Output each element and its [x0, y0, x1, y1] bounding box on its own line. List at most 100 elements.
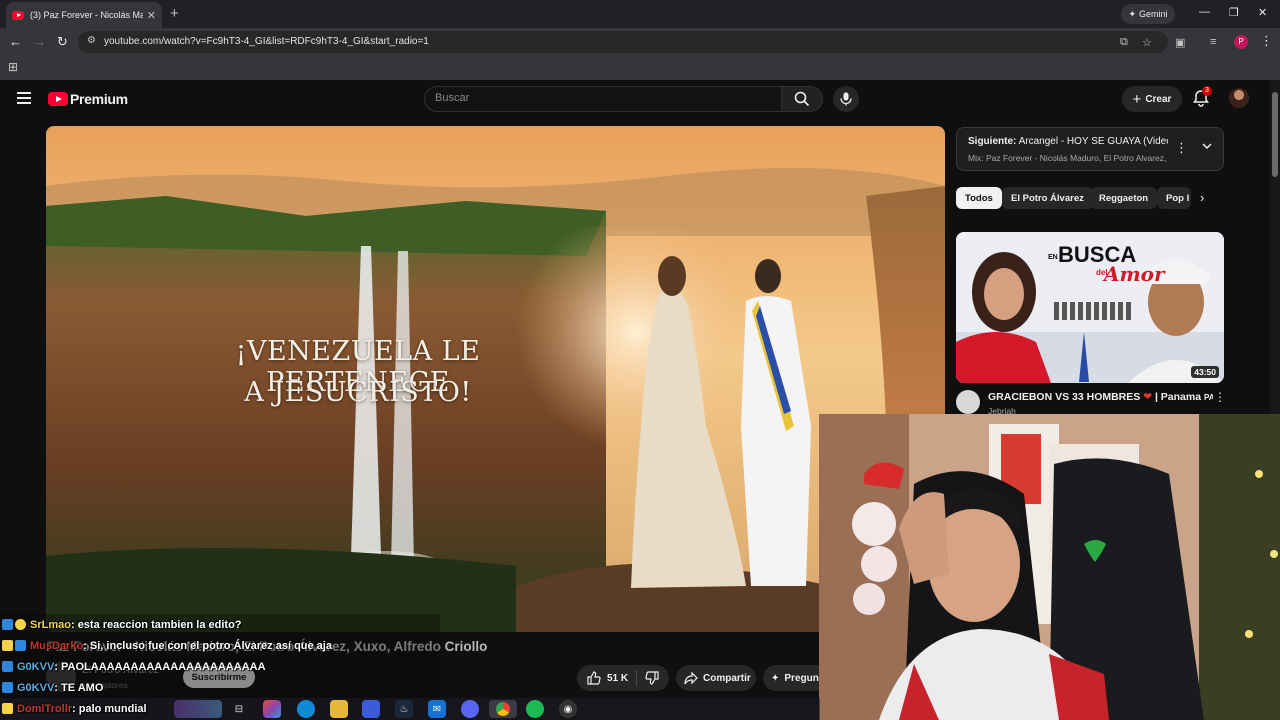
address-bar[interactable]: ⚙ youtube.com/watch?v=Fc9hT3-4_GI&list=R…: [78, 31, 1168, 53]
spotify-icon[interactable]: [526, 700, 544, 718]
site-info-icon[interactable]: ⚙: [87, 35, 96, 46]
tab-search-icon[interactable]: ▣: [1175, 36, 1185, 49]
file-explorer-icon[interactable]: [330, 700, 348, 718]
chat-username: G0KVV: [17, 660, 55, 673]
gemini-label: Gemini: [1139, 9, 1168, 19]
youtube-favicon-icon: [12, 10, 24, 20]
thumb-text-amor: Amor: [1104, 262, 1165, 286]
recommended-title-text: GRACIEBON VS 33 HOMBRES: [988, 391, 1141, 403]
youtube-premium-logo[interactable]: Premium: [48, 91, 128, 107]
new-tab-button[interactable]: +: [170, 5, 179, 22]
browser-menu-icon[interactable]: ⋮: [1260, 33, 1273, 49]
recommended-video-thumbnail[interactable]: EN BUSCA del Amor 43:50: [956, 232, 1224, 383]
close-window-icon[interactable]: ✕: [1258, 6, 1267, 19]
edge-browser-icon[interactable]: [297, 700, 315, 718]
microphone-icon: [840, 92, 852, 106]
media-control-icon[interactable]: ≡: [1210, 36, 1216, 48]
menu-hamburger-icon[interactable]: [17, 92, 31, 104]
taskbar-widget-icon[interactable]: [174, 700, 222, 718]
discord-icon[interactable]: [461, 700, 479, 718]
chat-badge-icon: [2, 619, 13, 630]
chip-el-potro-alvarez[interactable]: El Potro Álvarez: [1002, 187, 1093, 209]
tab-close-icon[interactable]: ✕: [147, 9, 156, 22]
back-icon[interactable]: ←: [9, 34, 22, 49]
copilot-icon[interactable]: [263, 700, 281, 718]
chat-badge-icon: [2, 640, 13, 651]
logo-text: Premium: [70, 91, 128, 107]
create-button[interactable]: + Crear: [1122, 86, 1182, 112]
chat-username: SrLmao: [30, 618, 71, 631]
plus-icon: +: [1132, 90, 1142, 108]
apps-grid-icon[interactable]: ⊞: [8, 60, 18, 74]
chat-username: DomiTrollr: [17, 702, 73, 715]
chat-message: G0KVV : TE AMO: [2, 680, 103, 695]
browser-tab[interactable]: (3) Paz Forever - Nicolás Maduro ✕: [6, 2, 162, 28]
like-count: 51 K: [607, 672, 629, 684]
install-app-icon[interactable]: ⧉: [1120, 36, 1128, 49]
chat-text: : PAOLAAAAAAAAAAAAAAAAAAAAAA: [54, 660, 266, 673]
like-dislike-group: 51 K: [577, 665, 669, 691]
ask-label: Pregunt: [784, 672, 823, 684]
minimize-icon[interactable]: —: [1199, 6, 1210, 18]
up-next-title: Arcangel - HOY SE GUAYA (Video ...: [1018, 136, 1168, 147]
chip-pop[interactable]: Pop l: [1157, 187, 1191, 209]
account-avatar[interactable]: [1229, 88, 1249, 108]
search-icon: [794, 91, 810, 107]
sparkle-ask-icon: ✦: [771, 672, 780, 684]
video-player[interactable]: ¡VENEZUELA LE PERTENECE A JESUCRISTO!: [46, 126, 945, 632]
gemini-button[interactable]: ✦ Gemini: [1121, 4, 1175, 24]
video-duration: 43:50: [1191, 366, 1219, 378]
chip-reggaeton[interactable]: Reggaeton: [1090, 187, 1158, 209]
chip-todos[interactable]: Todos: [956, 187, 1002, 209]
youtube-header: Premium + Crear 3: [0, 80, 1270, 118]
up-next-panel[interactable]: Siguiente: Arcangel - HOY SE GUAYA (Vide…: [956, 127, 1224, 171]
recommended-channel-avatar[interactable]: [956, 390, 980, 414]
like-button[interactable]: 51 K: [587, 671, 628, 685]
scrollbar-thumb[interactable]: [1272, 92, 1278, 177]
heart-icon: ❤: [1143, 391, 1153, 403]
notifications-button[interactable]: 3: [1192, 86, 1212, 109]
profile-avatar[interactable]: P: [1234, 35, 1248, 49]
up-next-line: Siguiente: Arcangel - HOY SE GUAYA (Vide…: [968, 136, 1168, 147]
streamer-webcam: [819, 414, 1280, 720]
steam-icon[interactable]: ♨: [395, 700, 413, 718]
chrome-taskbar-button[interactable]: [489, 700, 517, 718]
webcam-image: [819, 414, 1280, 720]
forward-icon[interactable]: →: [33, 34, 46, 49]
mix-title: Mix: Paz Forever - Nicolás Maduro, El Po…: [968, 153, 1168, 163]
thumbs-up-icon: [587, 671, 601, 685]
search-input[interactable]: [435, 92, 765, 104]
chat-username: MusDarko: [30, 639, 84, 652]
browser-toolbar: ← → ↻ ⚙ youtube.com/watch?v=Fc9hT3-4_GI&…: [0, 28, 1280, 56]
thumbs-down-icon[interactable]: [645, 671, 659, 685]
mail-icon[interactable]: ✉: [428, 700, 446, 718]
restore-icon[interactable]: ❐: [1229, 6, 1239, 19]
video-caption-line2: A JESUCRISTO!: [244, 377, 472, 408]
browser-tab-bar: (3) Paz Forever - Nicolás Maduro ✕ + ✦ G…: [0, 0, 1280, 28]
tab-title: (3) Paz Forever - Nicolás Maduro: [30, 10, 143, 20]
reload-icon[interactable]: ↻: [57, 34, 68, 50]
chat-badge-icon: [2, 682, 13, 693]
sparkle-icon: ✦: [1128, 8, 1137, 19]
chevron-right-icon[interactable]: ›: [1200, 190, 1204, 205]
more-options-icon[interactable]: ⋮: [1175, 140, 1188, 156]
search-button[interactable]: [781, 86, 823, 112]
chat-message: SrLmao : esta reaccion tambien la edito?: [2, 617, 242, 632]
chat-text: : palo mundial: [72, 702, 147, 715]
chat-text: : TE AMO: [54, 681, 104, 694]
microsoft-store-icon[interactable]: [362, 700, 380, 718]
recommended-title-tail: | Panama: [1154, 391, 1202, 403]
chat-badge-icon: [2, 703, 13, 714]
search-box: [424, 86, 782, 112]
obs-icon[interactable]: ◉: [559, 700, 577, 718]
bookmark-star-icon[interactable]: ☆: [1142, 36, 1152, 49]
recommended-video-title[interactable]: GRACIEBON VS 33 HOMBRES ❤ | Panama PA: [988, 391, 1213, 403]
recommended-more-icon[interactable]: ⋮: [1214, 390, 1226, 404]
voice-search-button[interactable]: [833, 86, 859, 112]
youtube-play-icon: [48, 92, 68, 106]
chat-badge-icon: [15, 640, 26, 651]
share-button[interactable]: Compartir: [676, 665, 756, 691]
like-separator: [636, 670, 638, 686]
chevron-down-icon[interactable]: [1201, 140, 1213, 152]
task-view-icon[interactable]: ⊟: [230, 700, 248, 718]
